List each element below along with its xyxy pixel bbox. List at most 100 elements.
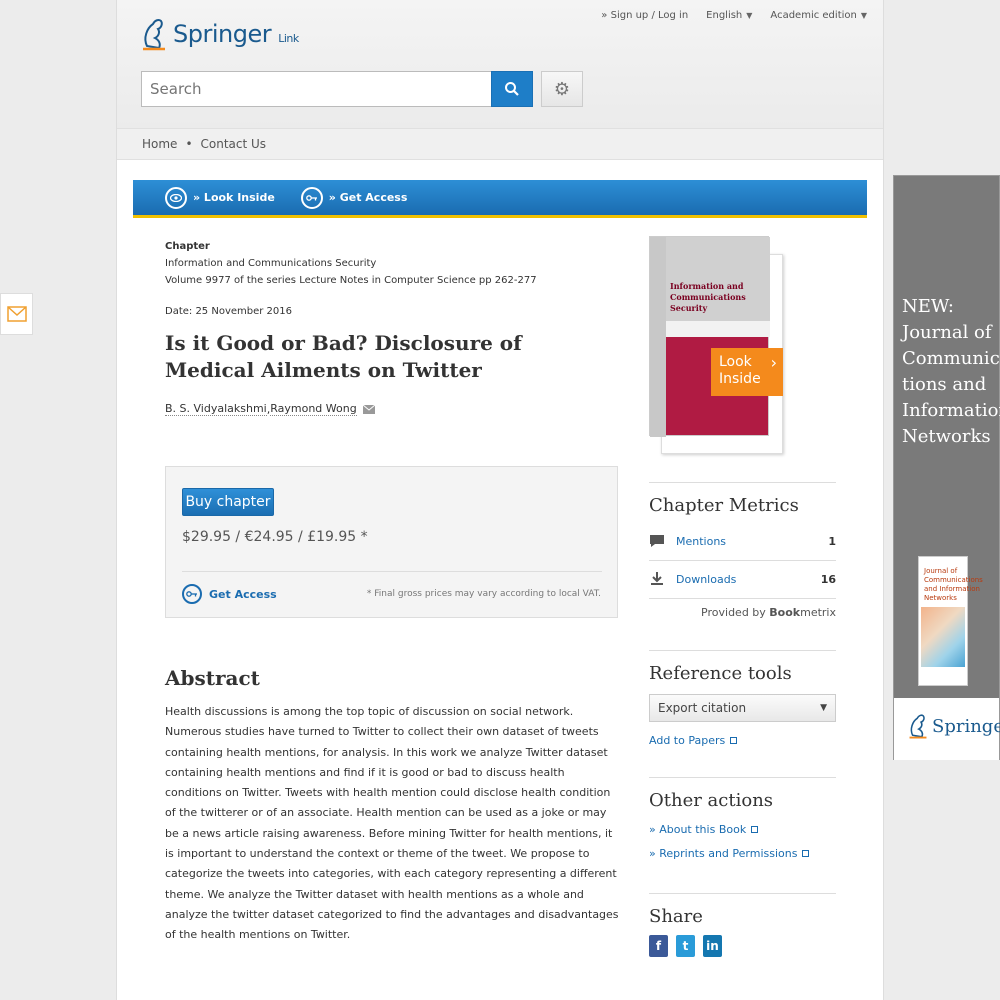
about-book-text: » About this Book [649, 823, 747, 836]
divider [182, 571, 602, 572]
eye-icon [165, 186, 187, 209]
springer-horse-icon [909, 714, 927, 739]
chapter-meta: Chapter Information and Communications S… [165, 238, 537, 320]
mentions-label: Mentions [676, 534, 727, 548]
search-options-button[interactable]: ⚙ [541, 71, 583, 107]
ad-headline-line: NEW: [902, 296, 954, 317]
other-actions-heading: Other actions [649, 790, 774, 811]
series-info: Volume 9977 of the series Lecture Notes … [165, 275, 537, 286]
sign-up-login-link[interactable]: » Sign up / Log in [601, 10, 688, 21]
edition-label: Academic edition [770, 10, 857, 21]
look-inside-action[interactable]: » Look Inside [165, 186, 275, 209]
chevron-right-icon: › [770, 353, 777, 372]
publication-date: Date: 25 November 2016 [165, 306, 293, 317]
author-link[interactable]: B. S. Vidyalakshmi [165, 402, 267, 416]
cover-title: Information and Communications Security [670, 281, 746, 314]
author-list: B. S. Vidyalakshmi, Raymond Wong [165, 402, 375, 416]
language-dropdown[interactable]: English ▼ [706, 10, 752, 21]
downloads-row[interactable]: Downloads 16 [649, 572, 836, 586]
book-cover[interactable]: Information and Communications Security [649, 236, 783, 454]
top-links: » Sign up / Log in English ▼ Academic edi… [601, 10, 867, 21]
downloads-count: 16 [820, 572, 836, 586]
reprints-text: » Reprints and Permissions [649, 847, 798, 860]
logo-springer-text: Springer [173, 20, 272, 48]
key-icon [182, 584, 202, 604]
export-citation-select[interactable]: Export citation ▼ [649, 694, 836, 722]
add-to-papers-link[interactable]: Add to Papers [649, 734, 738, 747]
ad-journal-cover: Journal of Communications and Informatio… [918, 556, 983, 686]
divider [649, 598, 836, 599]
main-page: Springer Link » Sign up / Log in English… [116, 0, 884, 1000]
search-input[interactable] [141, 71, 491, 107]
look-inside-text: Inside [719, 371, 761, 387]
email-author-icon[interactable] [362, 404, 375, 414]
breadcrumb-home[interactable]: Home [142, 137, 177, 151]
ad-cover-art [921, 607, 965, 667]
twitter-icon[interactable]: t [676, 935, 695, 957]
bookmetrix-credit[interactable]: Provided by Bookmetrix [701, 606, 836, 619]
external-link-icon [751, 826, 759, 833]
ad-headline-line: Journal of [902, 322, 992, 343]
linkedin-icon[interactable]: in [703, 935, 722, 957]
caret-down-icon: ▼ [820, 703, 827, 713]
journal-advertisement[interactable]: NEW: Journal of Communica- tions and Inf… [893, 175, 1000, 760]
search-button[interactable] [491, 71, 533, 107]
ad-footer: Springer [894, 698, 1000, 760]
other-actions-section: Other actions » About this Book » Reprin… [649, 777, 836, 860]
look-inside-cover-button[interactable]: Look Inside › [711, 348, 783, 396]
feedback-button[interactable] [0, 293, 33, 335]
springer-horse-icon [143, 19, 165, 51]
divider [649, 560, 836, 561]
reference-tools-section: Reference tools Export citation ▼ Add to… [649, 650, 836, 747]
ad-headline-line: tions and [902, 374, 987, 395]
share-buttons: f t in [649, 935, 722, 957]
springerlink-logo[interactable]: Springer Link [141, 16, 299, 52]
about-book-link[interactable]: » About this Book [649, 823, 759, 836]
purchase-box: Buy chapter $29.95 / €24.95 / £19.95 * G… [165, 466, 618, 618]
share-section: Share f t in [649, 893, 836, 957]
vat-note: * Final gross prices may vary according … [366, 589, 601, 599]
cover-band [666, 321, 770, 337]
reprints-link[interactable]: » Reprints and Permissions [649, 847, 810, 860]
get-access-text: Get Access [209, 587, 277, 601]
chapter-title: Is it Good or Bad? Disclosure of Medical… [165, 331, 522, 382]
cover-title-line: Communications [670, 292, 746, 302]
external-link-icon [802, 850, 810, 857]
cover-title-line: Information and [670, 281, 744, 291]
ad-headline-line: Networks [902, 426, 991, 447]
breadcrumb-contact[interactable]: Contact Us [201, 137, 267, 151]
add-to-papers-text: Add to Papers [649, 734, 726, 747]
ad-headline-line: Communica- [902, 348, 1000, 369]
edition-dropdown[interactable]: Academic edition ▼ [770, 10, 867, 21]
key-icon [300, 186, 323, 209]
cover-spine [650, 237, 666, 437]
bookmetrix-brand-rest: metrix [800, 606, 836, 619]
bookmetrix-brand-bold: Book [769, 606, 801, 619]
abstract-text: Health discussions is among the top topi… [165, 705, 619, 942]
buy-chapter-button[interactable]: Buy chapter [182, 488, 274, 516]
external-link-icon [730, 737, 738, 744]
divider [649, 650, 836, 651]
reference-tools-heading: Reference tools [649, 663, 792, 684]
chapter-metrics-section: Chapter Metrics Mentions 1 Downloads 16 … [649, 482, 836, 619]
mail-icon [6, 306, 27, 322]
ad-headline: NEW: Journal of Communica- tions and Inf… [902, 294, 1000, 450]
caret-down-icon: ▼ [860, 11, 867, 20]
search-bar: ⚙ [141, 71, 583, 107]
mentions-count: 1 [828, 534, 836, 548]
breadcrumb-separator: • [185, 137, 193, 151]
facebook-icon[interactable]: f [649, 935, 668, 957]
language-label: English [706, 10, 743, 21]
get-access-action[interactable]: » Get Access [300, 186, 407, 209]
speech-bubble-icon [650, 535, 664, 547]
gear-icon: ⚙ [553, 78, 571, 100]
get-access-link[interactable]: Get Access [182, 584, 277, 604]
book-title-link[interactable]: Information and Communications Security [165, 255, 537, 272]
ad-headline-line: Information [902, 400, 1000, 421]
author-link[interactable]: Raymond Wong [270, 402, 357, 416]
content-type: Chapter [165, 241, 210, 252]
downloads-label: Downloads [676, 572, 737, 586]
divider [649, 482, 836, 483]
logo-link-text: Link [278, 32, 299, 45]
mentions-row[interactable]: Mentions 1 [649, 534, 836, 548]
